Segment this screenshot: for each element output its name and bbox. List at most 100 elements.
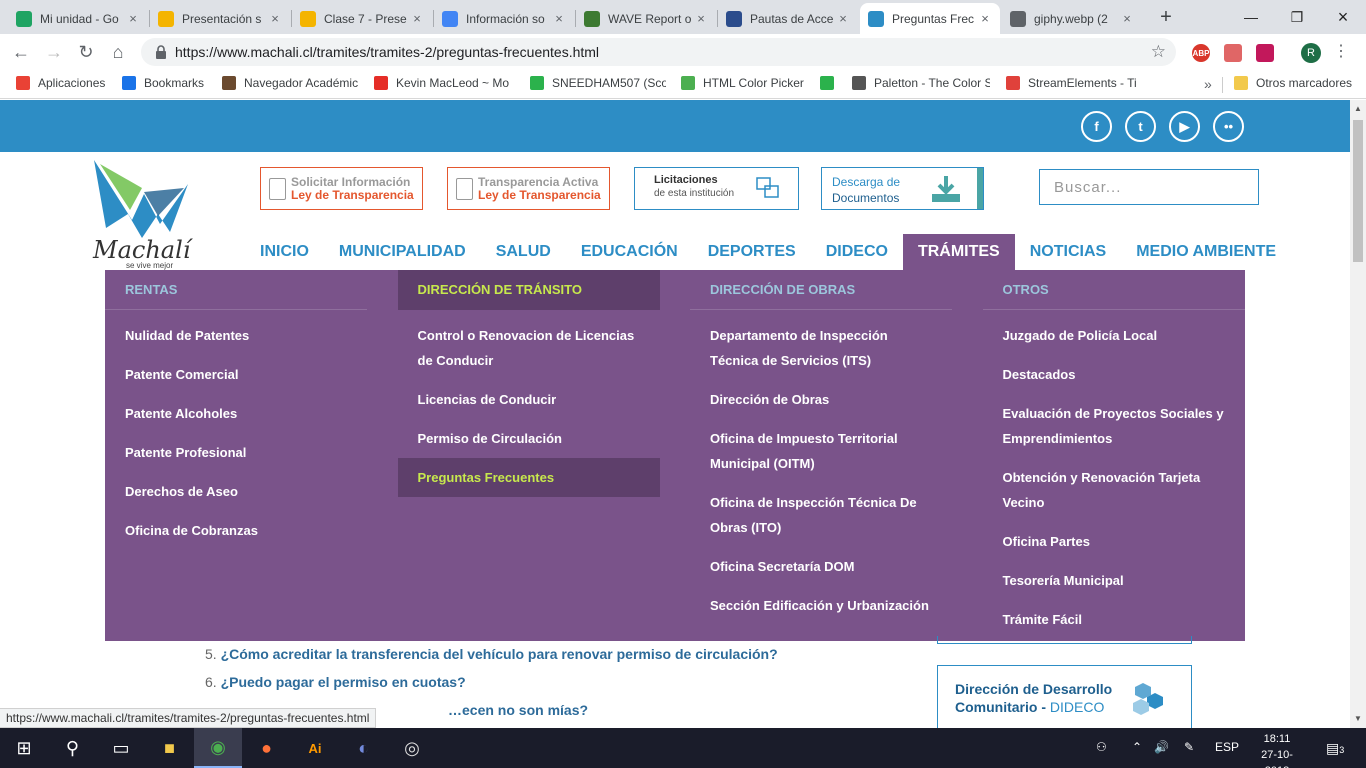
home-icon[interactable]: ⌂ [106,40,130,64]
browser-tab[interactable]: Clase 7 - Prese × [292,3,432,34]
menu-item[interactable]: Destacados [983,355,1245,394]
nav-item-medio-ambiente[interactable]: MEDIO AMBIENTE [1121,234,1291,270]
nav-item-inicio[interactable]: INICIO [245,234,324,270]
back-icon[interactable]: ← [9,40,33,64]
nav-item-dideco[interactable]: DIDECO [811,234,903,270]
menu-item[interactable]: Oficina Partes [983,522,1245,561]
obs-icon[interactable]: ◎ [388,728,436,768]
reload-icon[interactable]: ↻ [74,40,98,64]
tab-close-icon[interactable]: × [694,11,708,26]
menu-item[interactable]: Oficina de Impuesto Territorial Municipa… [690,419,952,483]
task-view-icon[interactable]: ▭ [97,728,145,768]
menu-item[interactable]: Juzgado de Policía Local [983,316,1245,355]
nav-item-educaci-n[interactable]: EDUCACIÓN [566,234,693,270]
bookmark-item[interactable]: Aplicaciones [16,76,105,90]
menu-item[interactable]: Patente Comercial [105,355,367,394]
browser-tab[interactable]: Presentación s × [150,3,290,34]
solicitar-informacion-button[interactable]: Solicitar Información Ley de Transparenc… [260,167,423,210]
adblock-plus-icon[interactable]: ABP [1192,44,1210,62]
forward-icon[interactable]: → [42,40,66,64]
menu-item[interactable]: Departamento de Inspección Técnica de Se… [690,316,952,380]
menu-item[interactable]: Evaluación de Proyectos Sociales y Empre… [983,394,1245,458]
menu-column-heading[interactable]: DIRECCIÓN DE TRÁNSITO [397,270,660,310]
restore-icon[interactable]: ❐ [1274,0,1320,34]
browser-tab[interactable]: Información so × [434,3,574,34]
bookmark-item[interactable]: Paletton - The Color S [852,76,990,90]
browser-tab[interactable]: WAVE Report o × [576,3,716,34]
profile-avatar[interactable]: R [1301,43,1321,63]
search-icon[interactable]: ⚲ [49,728,97,768]
menu-item[interactable]: Oficina Secretaría DOM [690,547,952,586]
chrome-icon[interactable]: ◉ [194,728,242,768]
tab-close-icon[interactable]: × [268,11,282,26]
menu-item[interactable]: Patente Alcoholes [105,394,367,433]
faq-question-link[interactable]: …ecen no son mías? [448,702,588,718]
twitter-icon[interactable]: t [1125,111,1156,142]
nav-item-municipalidad[interactable]: MUNICIPALIDAD [324,234,481,270]
discord-icon[interactable]: ◐ [340,728,388,768]
extension-red-icon[interactable] [1224,44,1242,62]
menu-item[interactable]: Oficina de Inspección Técnica De Obras (… [690,483,952,547]
bookmark-item[interactable]: SNEEDHAM507 (Scot [530,76,666,90]
dideco-banner[interactable]: Dirección de Desarrollo Comunitario - DI… [937,665,1192,728]
menu-item[interactable]: Dirección de Obras [690,380,952,419]
nav-item-salud[interactable]: SALUD [481,234,566,270]
menu-item[interactable]: Oficina de Cobranzas [105,511,367,550]
menu-column-heading[interactable]: OTROS [982,270,1245,310]
youtube-icon[interactable]: ▶ [1169,111,1200,142]
menu-column-heading[interactable]: RENTAS [105,270,367,310]
menu-item[interactable]: Tesorería Municipal [983,561,1245,600]
notifications-icon[interactable]: ▤3 [1326,740,1344,757]
menu-item[interactable]: Derechos de Aseo [105,472,367,511]
pen-icon[interactable]: ✎ [1184,740,1194,754]
people-icon[interactable]: ⚇ [1096,740,1107,754]
menu-item[interactable]: Preguntas Frecuentes [397,458,660,497]
more-bookmarks-chevron[interactable]: » [1204,76,1212,92]
bookmark-item[interactable]: StreamElements - Tip [1006,76,1136,90]
browser-tab[interactable]: Pautas de Acce × [718,3,858,34]
nav-item-deportes[interactable]: DEPORTES [693,234,811,270]
bookmark-star-icon[interactable]: ☆ [1151,42,1166,62]
tab-close-icon[interactable]: × [1120,11,1134,26]
tab-close-icon[interactable]: × [552,11,566,26]
tab-close-icon[interactable]: × [126,11,140,26]
search-input[interactable] [1039,169,1259,205]
bookmark-item[interactable]: HTML Color Picker [681,76,804,90]
system-clock[interactable]: 18:11 27-10-2018 [1252,731,1302,768]
close-window-icon[interactable]: × [1320,0,1366,34]
other-bookmarks-folder[interactable]: Otros marcadores [1234,76,1352,90]
transparencia-activa-button[interactable]: Transparencia Activa Ley de Transparenci… [447,167,610,210]
descarga-documentos-button[interactable]: Descarga de Documentos [821,167,984,210]
browser-tab[interactable]: Preguntas Frec × [860,3,1000,34]
menu-item[interactable]: Nulidad de Patentes [105,316,367,355]
browser-tab[interactable]: giphy.webp (2 × [1002,3,1142,34]
menu-kebab-icon[interactable]: ⋮ [1333,41,1349,61]
new-tab-icon[interactable]: + [1154,6,1178,29]
tab-close-icon[interactable]: × [410,11,424,26]
bookmark-item[interactable]: Kevin MacLeod ~ Mo [374,76,509,90]
menu-item[interactable]: Obtención y Renovación Tarjeta Vecino [983,458,1245,522]
minimize-icon[interactable]: — [1228,0,1274,34]
nav-item-tr-mites[interactable]: TRÁMITES [902,234,1015,270]
menu-item[interactable]: Licencias de Conducir [398,380,660,419]
menu-item[interactable]: Sección Edificación y Urbanización [690,586,952,625]
facebook-icon[interactable]: f [1081,111,1112,142]
bookmark-item[interactable]: Bookmarks [122,76,204,90]
menu-column-heading[interactable]: DIRECCIÓN DE OBRAS [690,270,952,310]
faq-question-link[interactable]: ¿Cómo acreditar la transferencia del veh… [221,646,778,662]
menu-item[interactable]: Control o Renovacion de Licencias de Con… [398,316,660,380]
bookmark-item[interactable] [820,76,840,90]
bookmark-item[interactable]: Navegador Académic [222,76,358,90]
browser-tab[interactable]: Mi unidad - Go × [8,3,148,34]
tab-close-icon[interactable]: × [978,11,992,26]
extension-shield-icon[interactable] [1256,44,1274,62]
scrollbar-thumb[interactable] [1353,120,1363,262]
illustrator-icon[interactable]: Ai [291,728,339,768]
tab-close-icon[interactable]: × [836,11,850,26]
firefox-icon[interactable]: ● [243,728,291,768]
file-explorer-icon[interactable]: ■ [146,728,194,768]
chevron-up-icon[interactable]: ⌃ [1132,740,1142,754]
page-scrollbar[interactable]: ▲ ▼ [1350,100,1366,728]
language-indicator[interactable]: ESP [1215,740,1239,754]
licitaciones-button[interactable]: Licitaciones de esta institución [634,167,799,210]
